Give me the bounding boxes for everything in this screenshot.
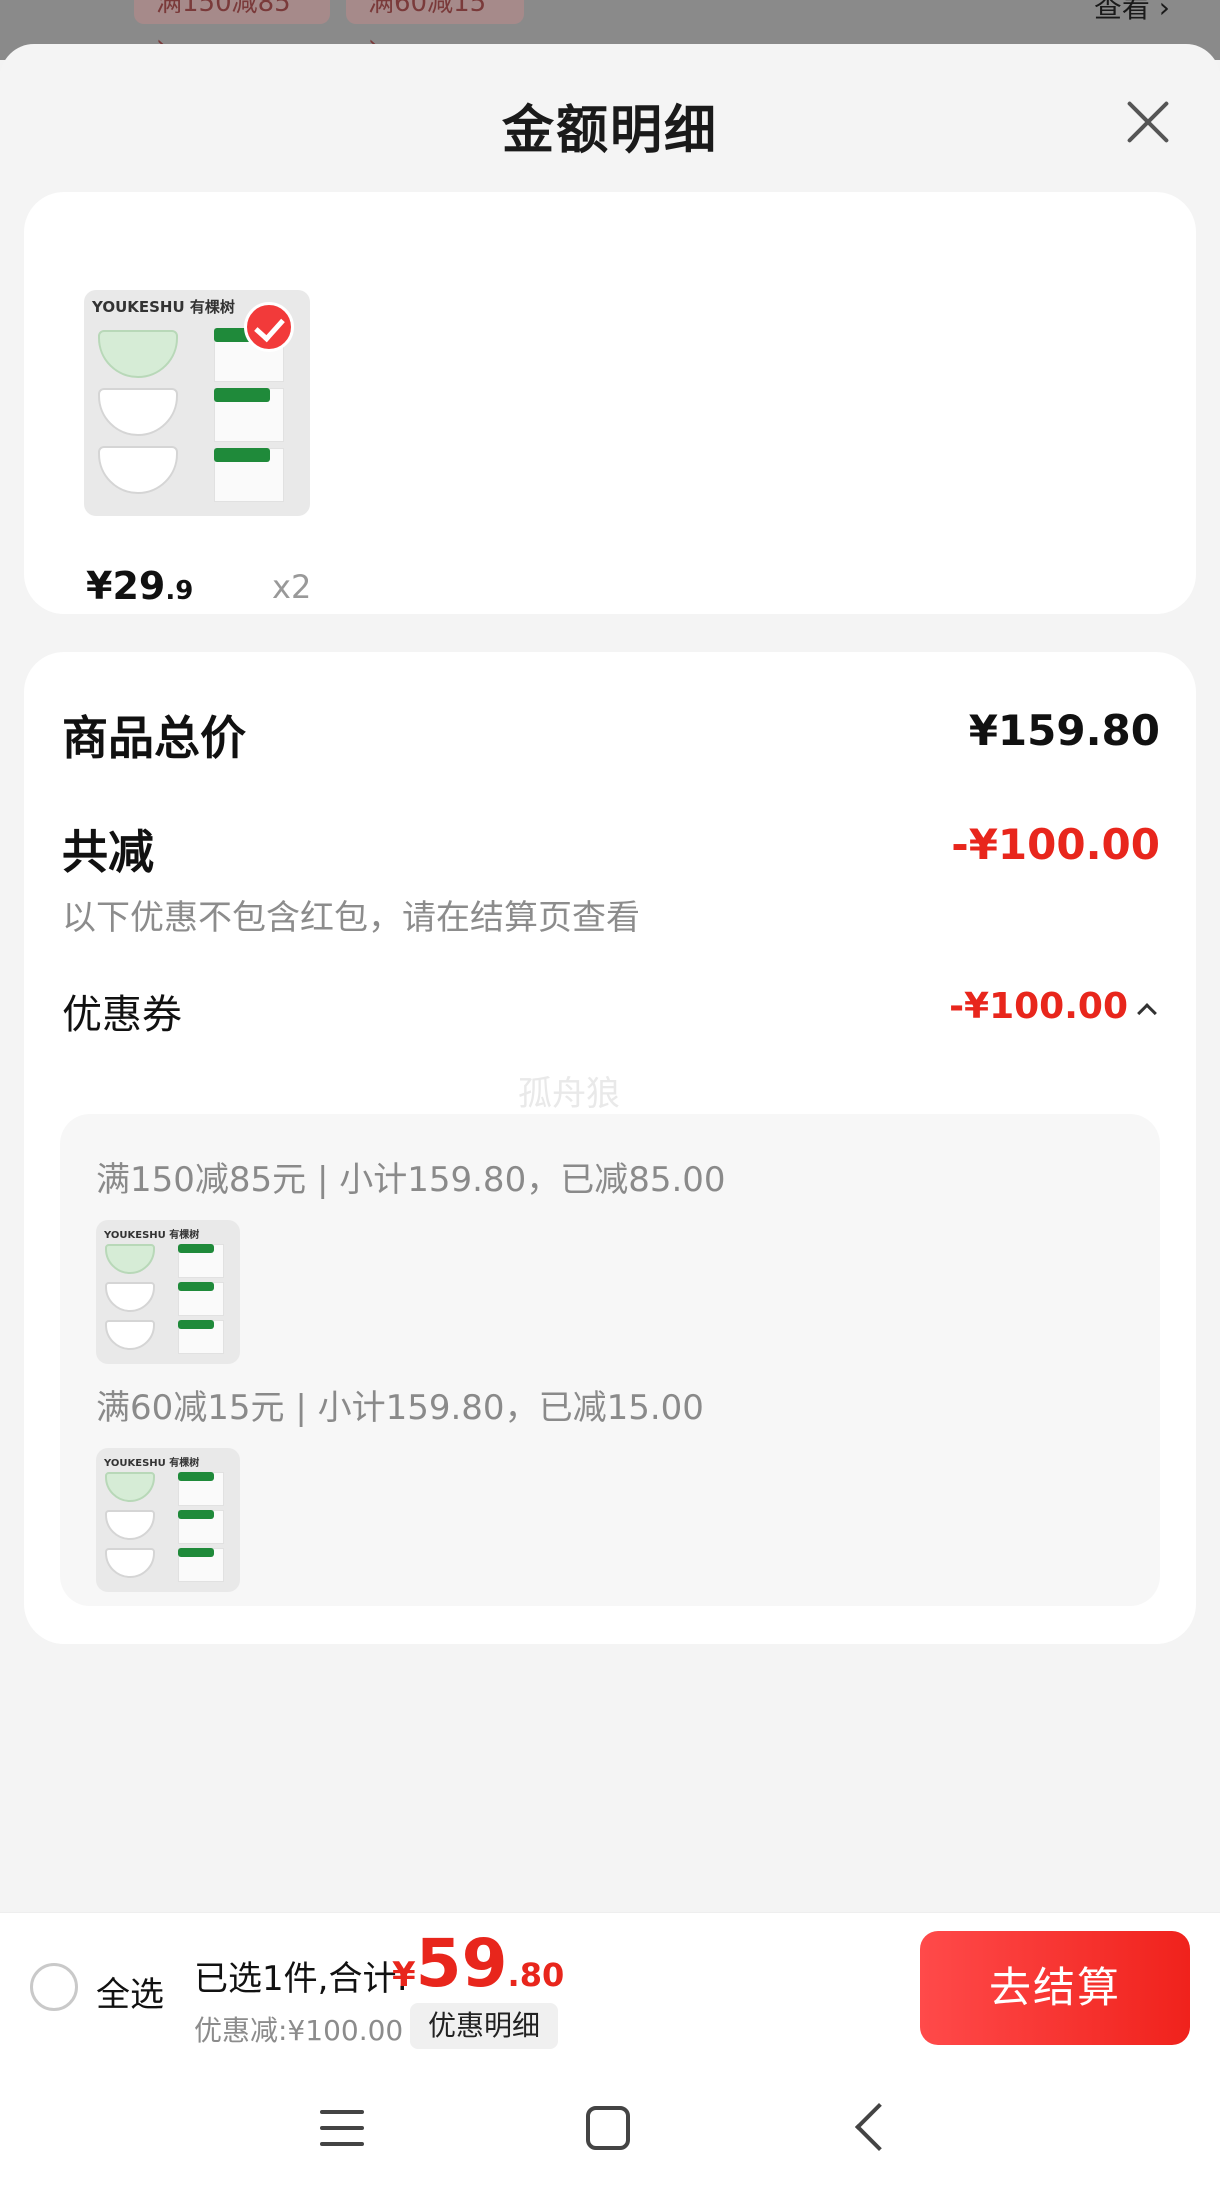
product-price: ¥29.9	[86, 564, 193, 608]
reduction-note: 以下优惠不包含红包，请在结算页查看	[62, 898, 640, 938]
home-icon[interactable]	[586, 2106, 630, 2150]
product-image-garment	[105, 1472, 155, 1502]
total-price-integer: 59	[415, 1925, 508, 2002]
coupon-value: -¥100.00	[949, 986, 1128, 1027]
product-image-pack-label	[214, 388, 270, 402]
select-all-radio[interactable]	[30, 1963, 78, 2011]
discount-detail-button[interactable]: 优惠明细	[410, 2003, 559, 2049]
background-coupon-tag: 满60减15 ›	[346, 0, 524, 60]
sheet-title: 金额明细	[501, 101, 718, 161]
coupon-detail-line: 满150减85元 | 小计159.80，已减85.00	[96, 1160, 726, 1200]
product-image-garment	[105, 1244, 155, 1274]
product-brand: YOUKESHU 有棵树	[92, 298, 235, 316]
product-image-pack-label	[178, 1320, 214, 1329]
product-price-integer: ¥29	[86, 564, 166, 608]
coupon-detail-box: 满150减85元 | 小计159.80，已减85.00 YOUKESHU 有棵树…	[60, 1114, 1160, 1606]
product-image-pack-label	[178, 1548, 214, 1557]
product-image-garment	[98, 330, 178, 378]
coupon-toggle[interactable]: -¥100.00	[949, 986, 1157, 1027]
coupon-product-thumbnail: YOUKESHU 有棵树	[96, 1448, 240, 1592]
select-all-label[interactable]: 全选	[96, 1967, 164, 2016]
coupon-product-thumbnail: YOUKESHU 有棵树	[96, 1220, 240, 1364]
total-price-value: ¥159.80	[968, 706, 1160, 755]
product-image-garment	[105, 1548, 155, 1578]
coupon-label: 优惠券	[62, 992, 182, 1038]
checkout-button[interactable]: 去结算	[920, 1931, 1190, 2045]
amount-detail-sheet: 金额明细 YOUKESHU 有棵树 ¥29.9 x2 商品总价 ¥159.80 …	[0, 44, 1220, 1914]
menu-icon[interactable]	[320, 2108, 364, 2148]
checkout-bar: 全选 已选1件,合计: ¥59.80 优惠减:¥100.00 优惠明细 去结算	[0, 1912, 1220, 2060]
cart-total-price: ¥59.80	[392, 1925, 564, 2002]
product-quantity: x2	[272, 568, 312, 606]
discount-amount-text: 优惠减:¥100.00	[194, 2014, 404, 2047]
product-image-garment	[98, 446, 178, 494]
product-image-garment	[105, 1320, 155, 1350]
product-image-garment	[98, 388, 178, 436]
close-icon[interactable]	[1118, 92, 1178, 152]
product-image-pack-label	[178, 1282, 214, 1291]
back-icon[interactable]	[854, 2102, 904, 2152]
product-price-decimal: .9	[165, 576, 194, 606]
product-image-pack-label	[214, 448, 270, 462]
product-image-garment	[105, 1510, 155, 1540]
product-image-pack-label	[178, 1244, 214, 1253]
background-view-link: 查看 ›	[1093, 0, 1170, 24]
watermark: 孤舟狼	[518, 1074, 620, 1114]
product-image-pack-label	[178, 1510, 214, 1519]
total-price-label: 商品总价	[62, 711, 246, 765]
coupon-detail-line: 满60减15元 | 小计159.80，已减15.00	[96, 1388, 704, 1428]
total-reduction-value: -¥100.00	[951, 820, 1160, 869]
price-summary-card: 商品总价 ¥159.80 共减 -¥100.00 以下优惠不包含红包，请在结算页…	[24, 652, 1196, 1644]
product-image-pack-label	[178, 1472, 214, 1481]
total-reduction-label: 共减	[62, 825, 154, 879]
product-brand: YOUKESHU 有棵树	[104, 1230, 200, 1241]
product-card: YOUKESHU 有棵树 ¥29.9 x2	[24, 192, 1196, 614]
background-coupon-tag: 满150减85 ›	[134, 0, 330, 60]
selected-count-text: 已选1件,合计:	[194, 1959, 408, 1999]
system-navigation-bar	[0, 2060, 1220, 2204]
chevron-up-icon	[1137, 1003, 1157, 1023]
total-price-decimal: .80	[507, 1956, 565, 1994]
product-brand: YOUKESHU 有棵树	[104, 1458, 200, 1469]
currency-symbol: ¥	[392, 1955, 416, 1995]
check-badge-icon[interactable]	[244, 302, 294, 352]
product-image-garment	[105, 1282, 155, 1312]
